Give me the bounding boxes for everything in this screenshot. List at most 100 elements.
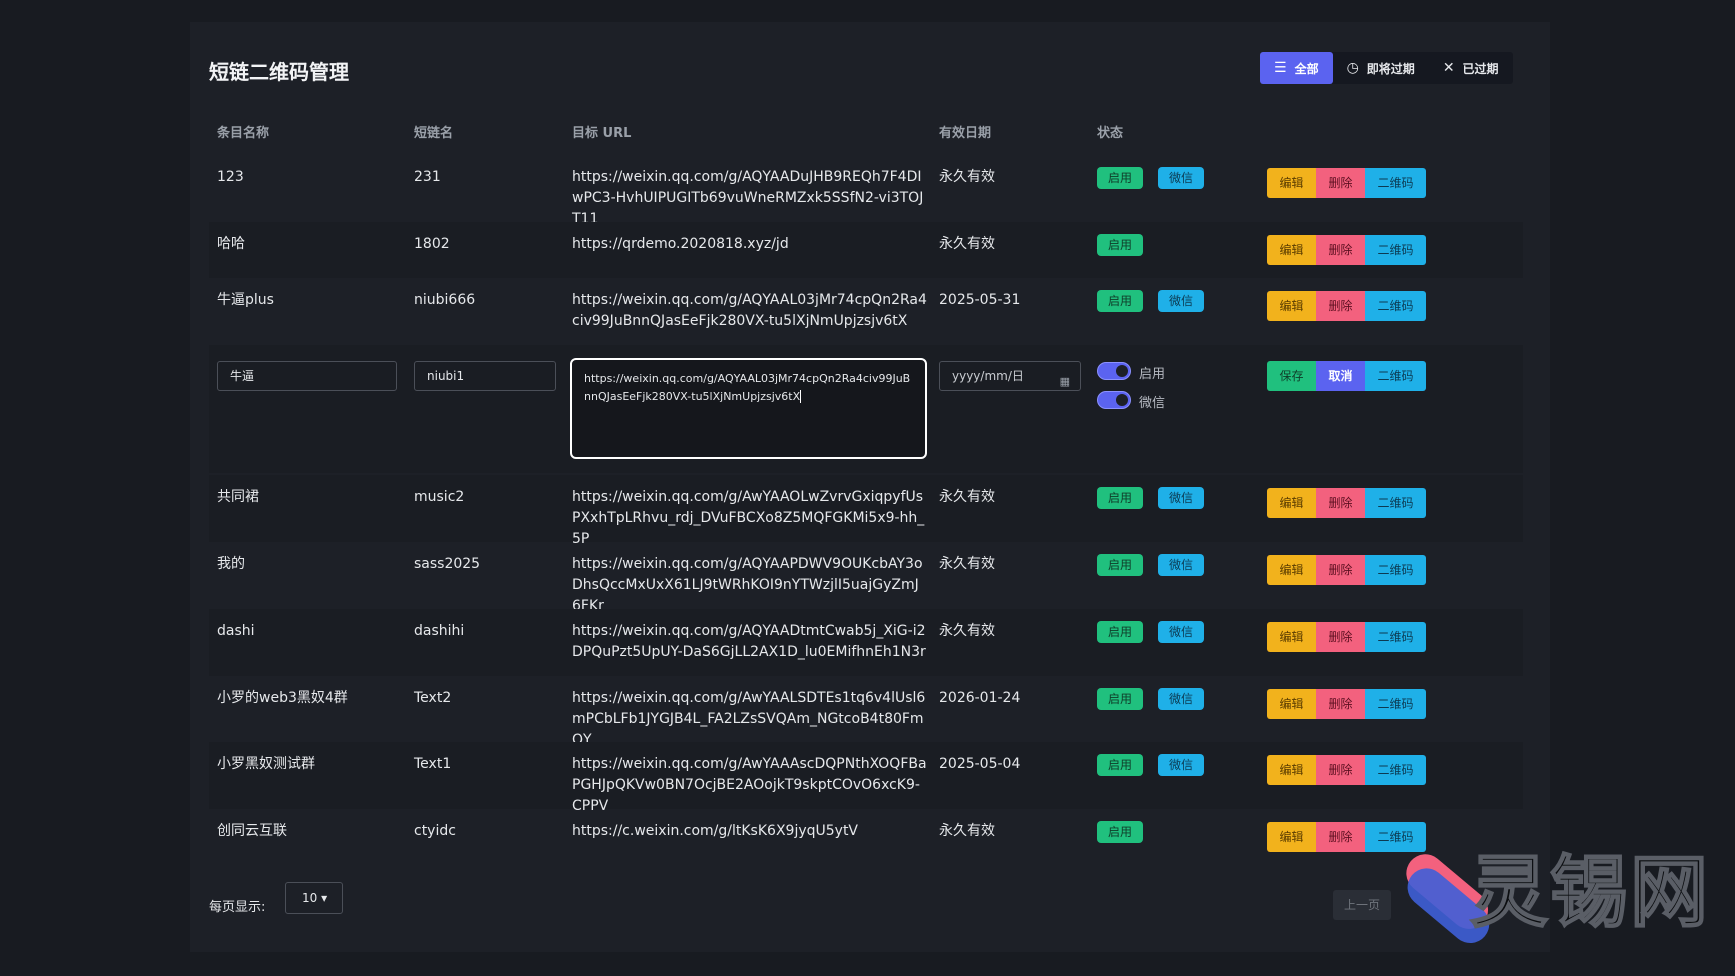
status-enabled-badge: 启用 — [1097, 754, 1144, 776]
qr-button[interactable]: 二维码 — [1365, 235, 1426, 265]
status-wechat-badge: 微信 — [1158, 754, 1205, 776]
row-short-name: music2 — [414, 489, 465, 505]
column-header-name: 条目名称 — [217, 126, 270, 141]
qr-button[interactable]: 二维码 — [1365, 755, 1426, 785]
table-row: 我的 sass2025 https://weixin.qq.com/g/AQYAAP… — [209, 542, 1523, 614]
row-short-name: dashihi — [414, 623, 465, 639]
status-wechat-badge: 微信 — [1158, 487, 1205, 509]
filter-expired-button[interactable]: ✕ 已过期 — [1429, 52, 1513, 84]
edit-button[interactable]: 编辑 — [1267, 689, 1316, 719]
enabled-toggle-label: 启用 — [1139, 367, 1166, 382]
status-enabled-badge: 启用 — [1097, 290, 1144, 312]
edit-button[interactable]: 编辑 — [1267, 822, 1316, 852]
edit-button[interactable]: 编辑 — [1267, 168, 1316, 198]
enabled-toggle[interactable] — [1097, 362, 1131, 380]
row-url: https://qrdemo.2020818.xyz/jd — [572, 236, 789, 252]
filter-group: ☰ 全部 ◷ 即将过期 ✕ 已过期 — [1260, 52, 1513, 84]
status-enabled-badge: 启用 — [1097, 821, 1144, 843]
row-name: 共同裙 — [217, 489, 259, 505]
table-row: 共同裙 music2 https://weixin.qq.com/g/AwYAAOL… — [209, 475, 1523, 547]
save-button[interactable]: 保存 — [1267, 361, 1316, 391]
qr-button[interactable]: 二维码 — [1365, 689, 1426, 719]
page-title: 短链二维码管理 — [209, 60, 349, 84]
filter-all-button[interactable]: ☰ 全部 — [1260, 52, 1333, 84]
edit-button[interactable]: 编辑 — [1267, 755, 1316, 785]
table-row-editing: 牛逼 niubi1 https://weixin.qq.com/g/AQYAAL… — [209, 345, 1523, 473]
clock-icon: ◷ — [1346, 60, 1359, 76]
row-name: 小罗黑奴测试群 — [217, 756, 315, 772]
delete-button[interactable]: 删除 — [1316, 689, 1365, 719]
status-enabled-badge: 启用 — [1097, 621, 1144, 643]
delete-button[interactable]: 删除 — [1316, 622, 1365, 652]
table-row: 小罗的web3黑奴4群 Text2 https://weixin.qq.com/g/… — [209, 676, 1523, 748]
row-short-name: sass2025 — [414, 556, 481, 572]
row-short-name: 1802 — [414, 236, 450, 252]
date-placeholder: yyyy/mm/日 — [952, 369, 1024, 383]
delete-button[interactable]: 删除 — [1316, 168, 1365, 198]
row-name: dashi — [217, 623, 255, 639]
row-url: https://weixin.qq.com/g/AQYAAPDWV9OUKcbA… — [572, 556, 923, 614]
row-short-name: niubi666 — [414, 292, 476, 308]
table-row: 牛逼plus niubi666 https://weixin.qq.com/g/AQ… — [209, 278, 1523, 345]
wechat-toggle-label: 微信 — [1139, 396, 1166, 411]
cancel-button[interactable]: 取消 — [1316, 361, 1365, 391]
row-actions: 编辑 删除 二维码 — [1267, 755, 1426, 785]
row-actions: 编辑 删除 二维码 — [1267, 168, 1426, 198]
status-wechat-badge: 微信 — [1158, 290, 1205, 312]
qr-button[interactable]: 二维码 — [1365, 291, 1426, 321]
watermark-text: 灵锡网 — [1469, 847, 1711, 939]
text-cursor — [800, 390, 802, 403]
page-size-select[interactable]: 10 ▾ — [285, 882, 343, 914]
url-textarea[interactable]: https://weixin.qq.com/g/AQYAAL03jMr74cpQ… — [570, 358, 927, 459]
delete-button[interactable]: 删除 — [1316, 488, 1365, 518]
status-wechat-badge: 微信 — [1158, 621, 1205, 643]
row-date: 永久有效 — [939, 823, 995, 839]
edit-button[interactable]: 编辑 — [1267, 555, 1316, 585]
row-date: 2025-05-31 — [939, 292, 1021, 308]
close-icon: ✕ — [1442, 60, 1455, 76]
row-url: https://weixin.qq.com/g/AQYAAL03jMr74cpQ… — [572, 292, 927, 329]
row-actions: 编辑 删除 二维码 — [1267, 689, 1426, 719]
column-header-url: 目标 URL — [572, 126, 632, 141]
date-input[interactable]: yyyy/mm/日 ▦ — [939, 361, 1081, 391]
edit-button[interactable]: 编辑 — [1267, 291, 1316, 321]
row-url: https://weixin.qq.com/g/AQYAADtmtCwab5j_… — [572, 623, 926, 660]
column-header-status: 状态 — [1097, 126, 1124, 141]
row-actions: 编辑 删除 二维码 — [1267, 235, 1426, 265]
status-enabled-badge: 启用 — [1097, 487, 1144, 509]
status-wechat-badge: 微信 — [1158, 554, 1205, 576]
status-enabled-badge: 启用 — [1097, 688, 1144, 710]
qr-button[interactable]: 二维码 — [1365, 622, 1426, 652]
row-name: 创同云互联 — [217, 823, 287, 839]
column-header-short: 短链名 — [414, 126, 454, 141]
row-short-name: 231 — [414, 169, 441, 185]
row-url: https://weixin.qq.com/g/AQYAADuJHB9REQh7… — [572, 169, 924, 227]
status-wechat-badge: 微信 — [1158, 167, 1205, 189]
list-icon: ☰ — [1274, 60, 1287, 76]
qr-button[interactable]: 二维码 — [1365, 555, 1426, 585]
row-name: 123 — [217, 169, 244, 185]
table-row: 哈哈 1802 https://qrdemo.2020818.xyz/jd 永久有效 启… — [209, 222, 1523, 278]
edit-button[interactable]: 编辑 — [1267, 488, 1316, 518]
status-enabled-badge: 启用 — [1097, 554, 1144, 576]
row-url: https://c.weixin.com/g/ltKsK6X9jyqU5ytV — [572, 823, 859, 839]
edit-button[interactable]: 编辑 — [1267, 622, 1316, 652]
qr-button[interactable]: 二维码 — [1365, 488, 1426, 518]
row-date: 永久有效 — [939, 489, 995, 505]
row-date: 2026-01-24 — [939, 690, 1021, 706]
filter-expiring-button[interactable]: ◷ 即将过期 — [1333, 52, 1429, 84]
qr-button[interactable]: 二维码 — [1365, 361, 1426, 391]
delete-button[interactable]: 删除 — [1316, 822, 1365, 852]
edit-button[interactable]: 编辑 — [1267, 235, 1316, 265]
delete-button[interactable]: 删除 — [1316, 235, 1365, 265]
row-name: 哈哈 — [217, 236, 245, 252]
qr-button[interactable]: 二维码 — [1365, 168, 1426, 198]
delete-button[interactable]: 删除 — [1316, 291, 1365, 321]
prev-page-button[interactable]: 上一页 — [1333, 890, 1391, 920]
delete-button[interactable]: 删除 — [1316, 755, 1365, 785]
short-name-input[interactable]: niubi1 — [414, 361, 556, 391]
name-input[interactable]: 牛逼 — [217, 361, 397, 391]
delete-button[interactable]: 删除 — [1316, 555, 1365, 585]
row-date: 永久有效 — [939, 236, 995, 252]
wechat-toggle[interactable] — [1097, 391, 1131, 409]
